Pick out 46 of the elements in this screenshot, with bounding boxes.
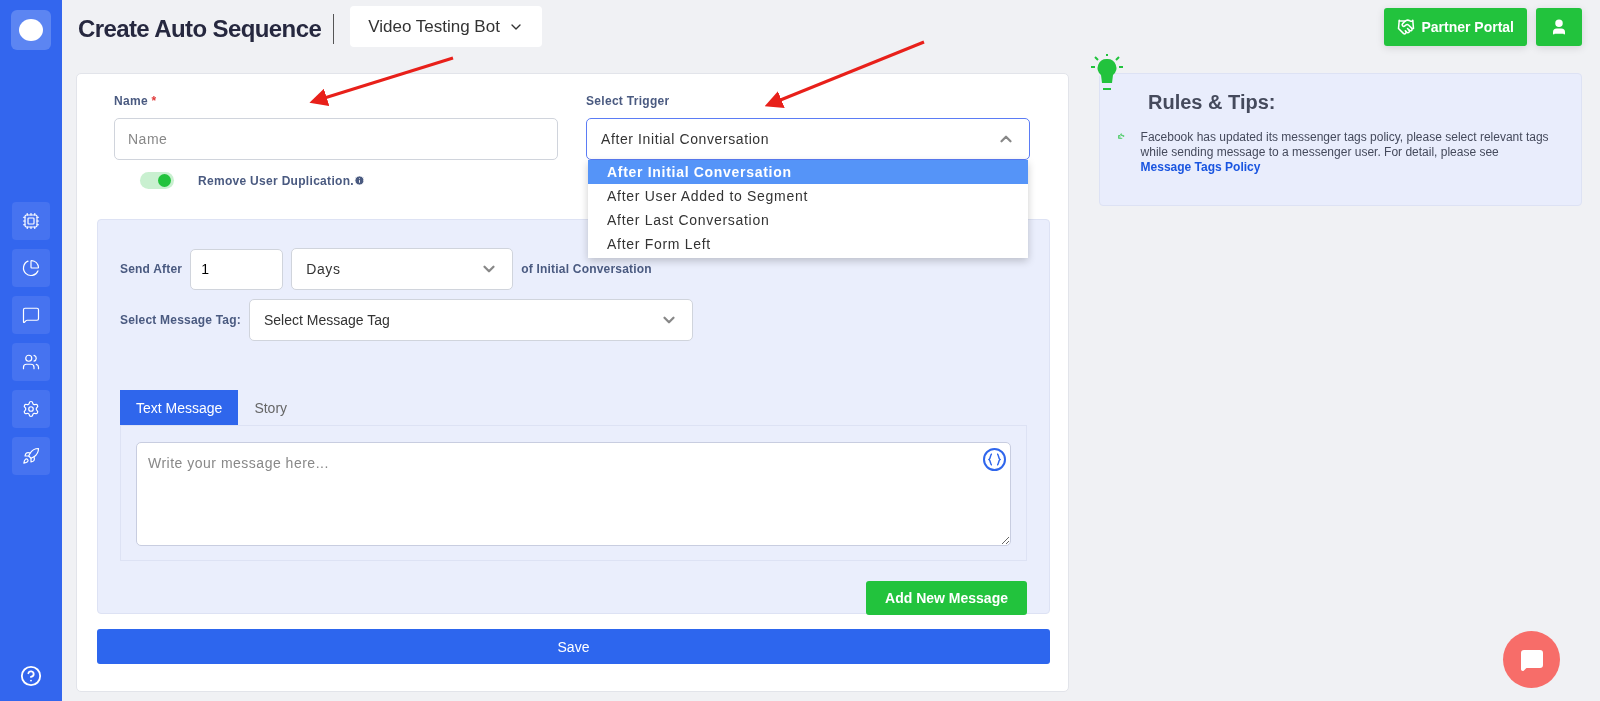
save-button[interactable]: Save — [97, 629, 1050, 664]
chip-icon — [22, 212, 40, 230]
user-icon — [1550, 18, 1568, 36]
unit-select[interactable]: Days — [291, 248, 514, 290]
message-tab[interactable]: Text Message — [120, 390, 239, 425]
sidebar-item[interactable] — [12, 296, 50, 334]
info-icon — [353, 175, 365, 186]
message-tag-select[interactable]: Select Message Tag — [248, 299, 693, 341]
chat-icon — [22, 306, 40, 324]
field-label: Select Trigger — [586, 94, 671, 108]
sidebar-item[interactable] — [12, 249, 50, 287]
amount-input[interactable]: 1 — [190, 248, 284, 290]
help-button[interactable] — [20, 665, 42, 687]
rocket-icon — [22, 447, 40, 465]
tips-text: Facebook has updated its messenger tags policy, please select relevant tags while sending message to a messenger user. For detail, please see Message Tags Policy — [1140, 130, 1550, 175]
profile-button[interactable] — [1536, 8, 1582, 46]
chat-button[interactable] — [1503, 631, 1560, 688]
name-input[interactable]: Name — [114, 118, 558, 160]
dropdown-option[interactable]: After Form Left — [588, 232, 1028, 256]
toggle-label: Remove User Duplication. — [198, 173, 354, 188]
sidebar-item[interactable] — [12, 390, 50, 428]
toggle-switch[interactable] — [140, 172, 174, 189]
tags-policy-link[interactable]: Message Tags Policy — [1140, 160, 1261, 174]
tips-title: Rules & Tips: — [1148, 91, 1277, 114]
dropdown-option[interactable]: After User Added to Segment — [588, 184, 1028, 208]
page-title: Create Auto Sequence — [78, 14, 335, 44]
send-after-label: Send After — [120, 262, 183, 276]
message-textarea[interactable]: Write your message here... — [136, 442, 1011, 546]
trigger-suffix: of Initial Conversation — [521, 262, 652, 276]
trigger-select[interactable]: After Initial Conversation — [586, 118, 1030, 160]
settings-icon — [22, 400, 40, 418]
field-label: Name * — [114, 94, 158, 108]
message-tag-label: Select Message Tag: — [120, 313, 241, 327]
users-icon — [22, 353, 40, 371]
bot-selector[interactable]: Video Testing Bot — [350, 6, 542, 47]
pie-chart-icon — [22, 259, 40, 277]
sidebar-item[interactable] — [12, 202, 50, 240]
dropdown-option[interactable]: After Last Conversation — [588, 208, 1028, 232]
sidebar-item[interactable] — [12, 343, 50, 381]
app-logo[interactable] — [11, 10, 51, 50]
message-tab[interactable]: Story — [238, 390, 304, 425]
pointing-hand-icon — [1118, 130, 1125, 142]
chat-bubble-icon — [1519, 647, 1544, 672]
handshake-icon — [1397, 18, 1416, 36]
braces-icon[interactable] — [983, 448, 1006, 471]
sidebar-item[interactable] — [12, 437, 50, 475]
